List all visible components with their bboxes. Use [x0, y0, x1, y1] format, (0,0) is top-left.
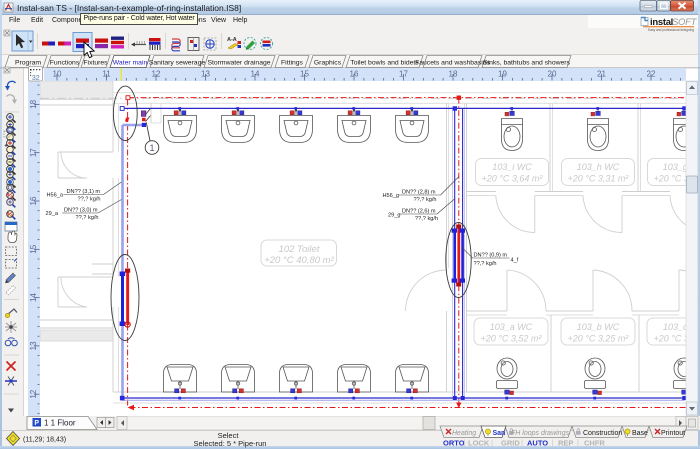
svg-text:Stormwater drainage: Stormwater drainage — [207, 60, 270, 67]
svg-text:ORTO: ORTO — [443, 439, 465, 448]
svg-text:(11,29; 18,43): (11,29; 18,43) — [23, 437, 66, 444]
svg-text:San: San — [493, 430, 506, 437]
svg-text:Sinks, bathtubs and showers: Sinks, bathtubs and showers — [483, 60, 571, 67]
svg-text:Selected: 5 * Pipe-run: Selected: 5 * Pipe-run — [194, 439, 267, 448]
svg-text:+20 °C 3,52 m²: +20 °C 3,52 m² — [481, 334, 543, 344]
svg-text:REP: REP — [558, 439, 573, 448]
svg-text:AUTO: AUTO — [527, 439, 548, 448]
svg-text:Base: Base — [632, 430, 648, 437]
svg-text:DN?? (0,9) m: DN?? (0,9) m — [474, 253, 508, 259]
svg-text:103_b WC: 103_b WC — [577, 322, 620, 332]
svg-text:CHFR: CHFR — [584, 439, 605, 448]
svg-text:Sanitary sewerage: Sanitary sewerage — [149, 60, 206, 67]
svg-text:A-A: A-A — [227, 37, 237, 43]
svg-text:1: 1 — [149, 143, 154, 153]
svg-text:+20 °C 3,31 m²: +20 °C 3,31 m² — [568, 174, 630, 184]
svg-text:DN?? (3,1) m: DN?? (3,1) m — [67, 189, 101, 195]
svg-text:Graphics: Graphics — [314, 60, 342, 67]
svg-text:Easy and professional designin: Easy and professional designing — [648, 28, 694, 32]
svg-text:H56_g: H56_g — [383, 193, 399, 199]
svg-text:??,? kg/h: ??,? kg/h — [414, 197, 437, 203]
svg-text:??,? kg/h: ??,? kg/h — [415, 216, 438, 222]
svg-text:GRID: GRID — [501, 439, 520, 448]
svg-text:1 1 Floor: 1 1 Floor — [44, 419, 76, 428]
svg-text:103_h WC: 103_h WC — [577, 162, 620, 172]
svg-text:4_f: 4_f — [511, 258, 519, 264]
svg-text:Construction: Construction — [583, 430, 622, 437]
svg-text:+20 °C 40,80 m²: +20 °C 40,80 m² — [264, 255, 334, 266]
svg-text:+20 °C 3,64 m²: +20 °C 3,64 m² — [482, 174, 544, 184]
svg-text:H56_a: H56_a — [47, 193, 64, 199]
svg-text:??,? kg/h: ??,? kg/h — [474, 261, 497, 267]
svg-text:DN?? (2,8) m: DN?? (2,8) m — [402, 190, 436, 196]
svg-text:Fittings: Fittings — [281, 60, 304, 67]
svg-text:??,? kg/h: ??,? kg/h — [76, 215, 99, 221]
svg-text:29_a: 29_a — [46, 211, 59, 217]
svg-text:Functions: Functions — [50, 60, 80, 67]
svg-text:29_g: 29_g — [388, 213, 400, 219]
svg-text:+20 °C 3,25 m²: +20 °C 3,25 m² — [568, 334, 630, 344]
svg-text:103_i WC: 103_i WC — [492, 162, 532, 172]
svg-text:Water main: Water main — [113, 60, 148, 67]
svg-text:Fixtures: Fixtures — [83, 60, 108, 67]
svg-text:??,? kg/h: ??,? kg/h — [78, 197, 101, 203]
svg-text:102 Toilet: 102 Toilet — [279, 244, 320, 255]
svg-text:DN?? (3,0) m: DN?? (3,0) m — [64, 208, 98, 214]
svg-text:Program: Program — [15, 60, 41, 67]
svg-text:Faucets and washbasins: Faucets and washbasins — [415, 60, 490, 67]
svg-text:Printout: Printout — [661, 430, 685, 437]
svg-text:FH loops drawings: FH loops drawings — [511, 430, 569, 437]
svg-text:32: 32 — [32, 75, 40, 82]
svg-text:Heating: Heating — [452, 430, 476, 437]
svg-text:LOCK: LOCK — [468, 439, 490, 448]
svg-text:DN?? (2,6) m: DN?? (2,6) m — [402, 209, 436, 215]
svg-text:P: P — [34, 420, 39, 427]
svg-text:103_a WC: 103_a WC — [490, 322, 533, 332]
svg-text:Toilet bowls and bidets: Toilet bowls and bidets — [350, 60, 419, 67]
